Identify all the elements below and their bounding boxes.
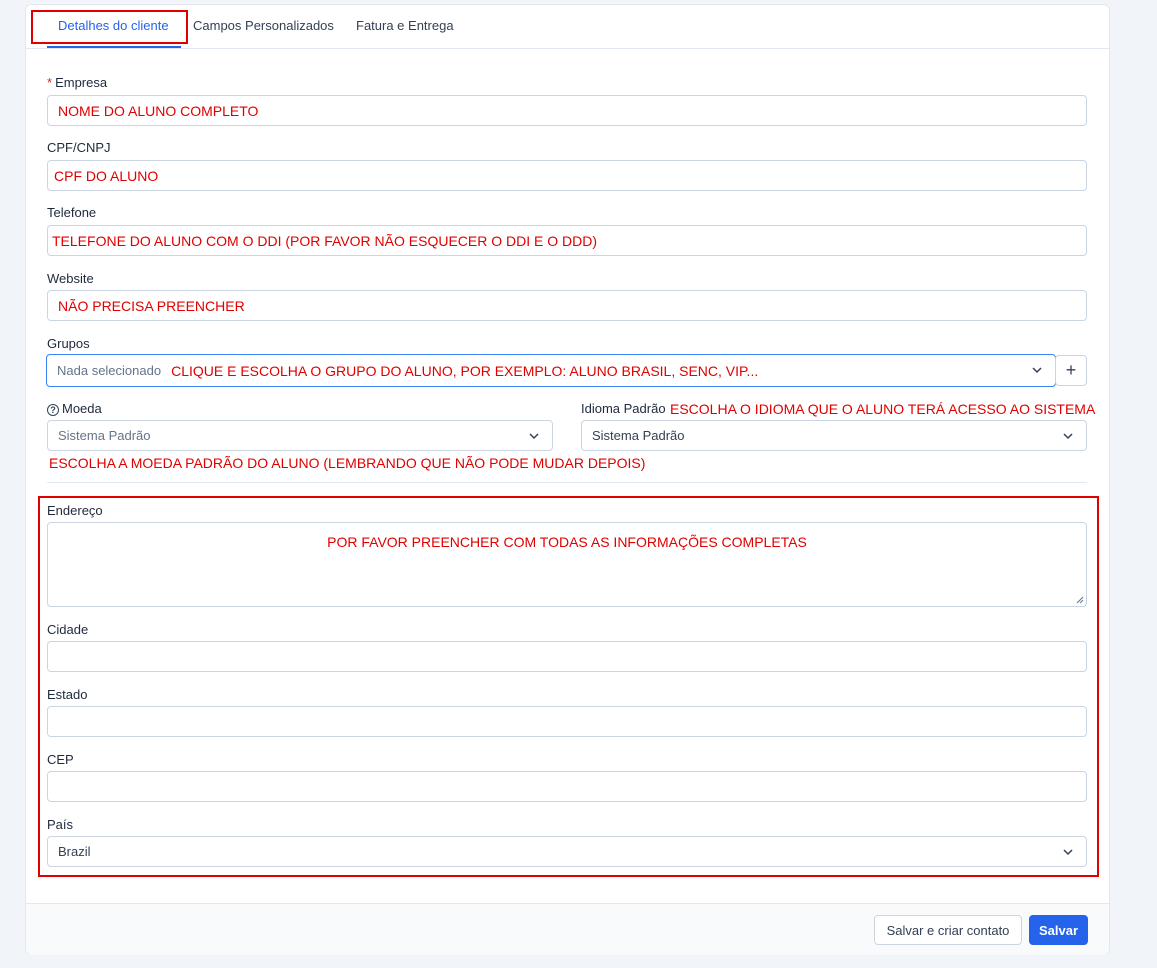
moeda-note: ESCOLHA A MOEDA PADRÃO DO ALUNO (LEMBRAN… [49, 455, 646, 471]
tab-billing-shipping[interactable]: Fatura e Entrega [356, 18, 454, 33]
empresa-label: * Empresa [47, 75, 107, 90]
moeda-label: ? Moeda [47, 401, 102, 416]
cep-label: CEP [47, 752, 74, 767]
tab-bar: Detalhes do cliente Campos Personalizado… [26, 5, 1109, 49]
grupos-select[interactable]: Nada selecionado CLIQUE E ESCOLHA O GRUP… [46, 354, 1056, 387]
idioma-note: ESCOLHA O IDIOMA QUE O ALUNO TERÁ ACESSO… [670, 401, 1096, 417]
endereco-label: Endereço [47, 503, 103, 518]
cpf-value: CPF DO ALUNO [54, 167, 159, 184]
cidade-label: Cidade [47, 622, 89, 637]
add-group-button[interactable]: + [1055, 355, 1087, 386]
tab-custom-fields[interactable]: Campos Personalizados [193, 18, 334, 33]
pais-value: Brazil [58, 844, 91, 859]
grupos-label: Grupos [47, 336, 90, 351]
resize-grip-icon[interactable] [1076, 596, 1084, 604]
endereco-textarea[interactable]: POR FAVOR PREENCHER COM TODAS AS INFORMA… [47, 522, 1087, 607]
cpf-input[interactable]: CPF DO ALUNO [47, 160, 1087, 191]
chevron-down-icon [1032, 367, 1042, 374]
estado-input[interactable] [47, 706, 1087, 737]
pais-select[interactable]: Brazil [47, 836, 1087, 867]
cpf-label: CPF/CNPJ [47, 140, 111, 155]
section-divider [47, 482, 1087, 483]
pais-label: País [47, 817, 74, 832]
active-tab-indicator [47, 46, 181, 48]
moeda-label-text: Moeda [62, 401, 102, 416]
tab-customer-details[interactable]: Detalhes do cliente [58, 18, 169, 33]
chevron-down-icon [529, 433, 539, 440]
website-value: NÃO PRECISA PREENCHER [58, 297, 245, 314]
website-label: Website [47, 271, 94, 286]
plus-icon: + [1065, 360, 1077, 380]
empresa-label-text: Empresa [55, 75, 108, 90]
chevron-down-icon [1063, 433, 1073, 440]
question-circle-icon: ? [47, 404, 59, 416]
cep-input[interactable] [47, 771, 1087, 802]
cidade-input[interactable] [47, 641, 1087, 672]
website-input[interactable]: NÃO PRECISA PREENCHER [47, 290, 1087, 321]
save-button[interactable]: Salvar [1029, 915, 1088, 945]
estado-label: Estado [47, 687, 88, 702]
required-mark: * [47, 75, 53, 90]
form-footer: Salvar e criar contato Salvar [26, 903, 1109, 955]
empresa-value: NOME DO ALUNO COMPLETO [58, 102, 259, 119]
idioma-select[interactable]: Sistema Padrão [581, 420, 1087, 451]
telefone-label: Telefone [47, 205, 97, 220]
chevron-down-icon [1063, 849, 1073, 856]
grupos-placeholder: Nada selecionado [57, 363, 162, 378]
save-and-create-contact-button[interactable]: Salvar e criar contato [874, 915, 1022, 945]
telefone-value: TELEFONE DO ALUNO COM O DDI (POR FAVOR N… [52, 232, 598, 249]
telefone-input[interactable]: TELEFONE DO ALUNO COM O DDI (POR FAVOR N… [47, 225, 1087, 256]
endereco-value: POR FAVOR PREENCHER COM TODAS AS INFORMA… [327, 534, 807, 550]
customer-form-card: Detalhes do cliente Campos Personalizado… [25, 4, 1110, 955]
moeda-placeholder: Sistema Padrão [58, 428, 151, 443]
empresa-input[interactable]: NOME DO ALUNO COMPLETO [47, 95, 1087, 126]
grupos-note: CLIQUE E ESCOLHA O GRUPO DO ALUNO, POR E… [171, 362, 759, 379]
idioma-value: Sistema Padrão [592, 428, 685, 443]
idioma-label: Idioma Padrão [581, 401, 666, 416]
moeda-select[interactable]: Sistema Padrão [47, 420, 553, 451]
